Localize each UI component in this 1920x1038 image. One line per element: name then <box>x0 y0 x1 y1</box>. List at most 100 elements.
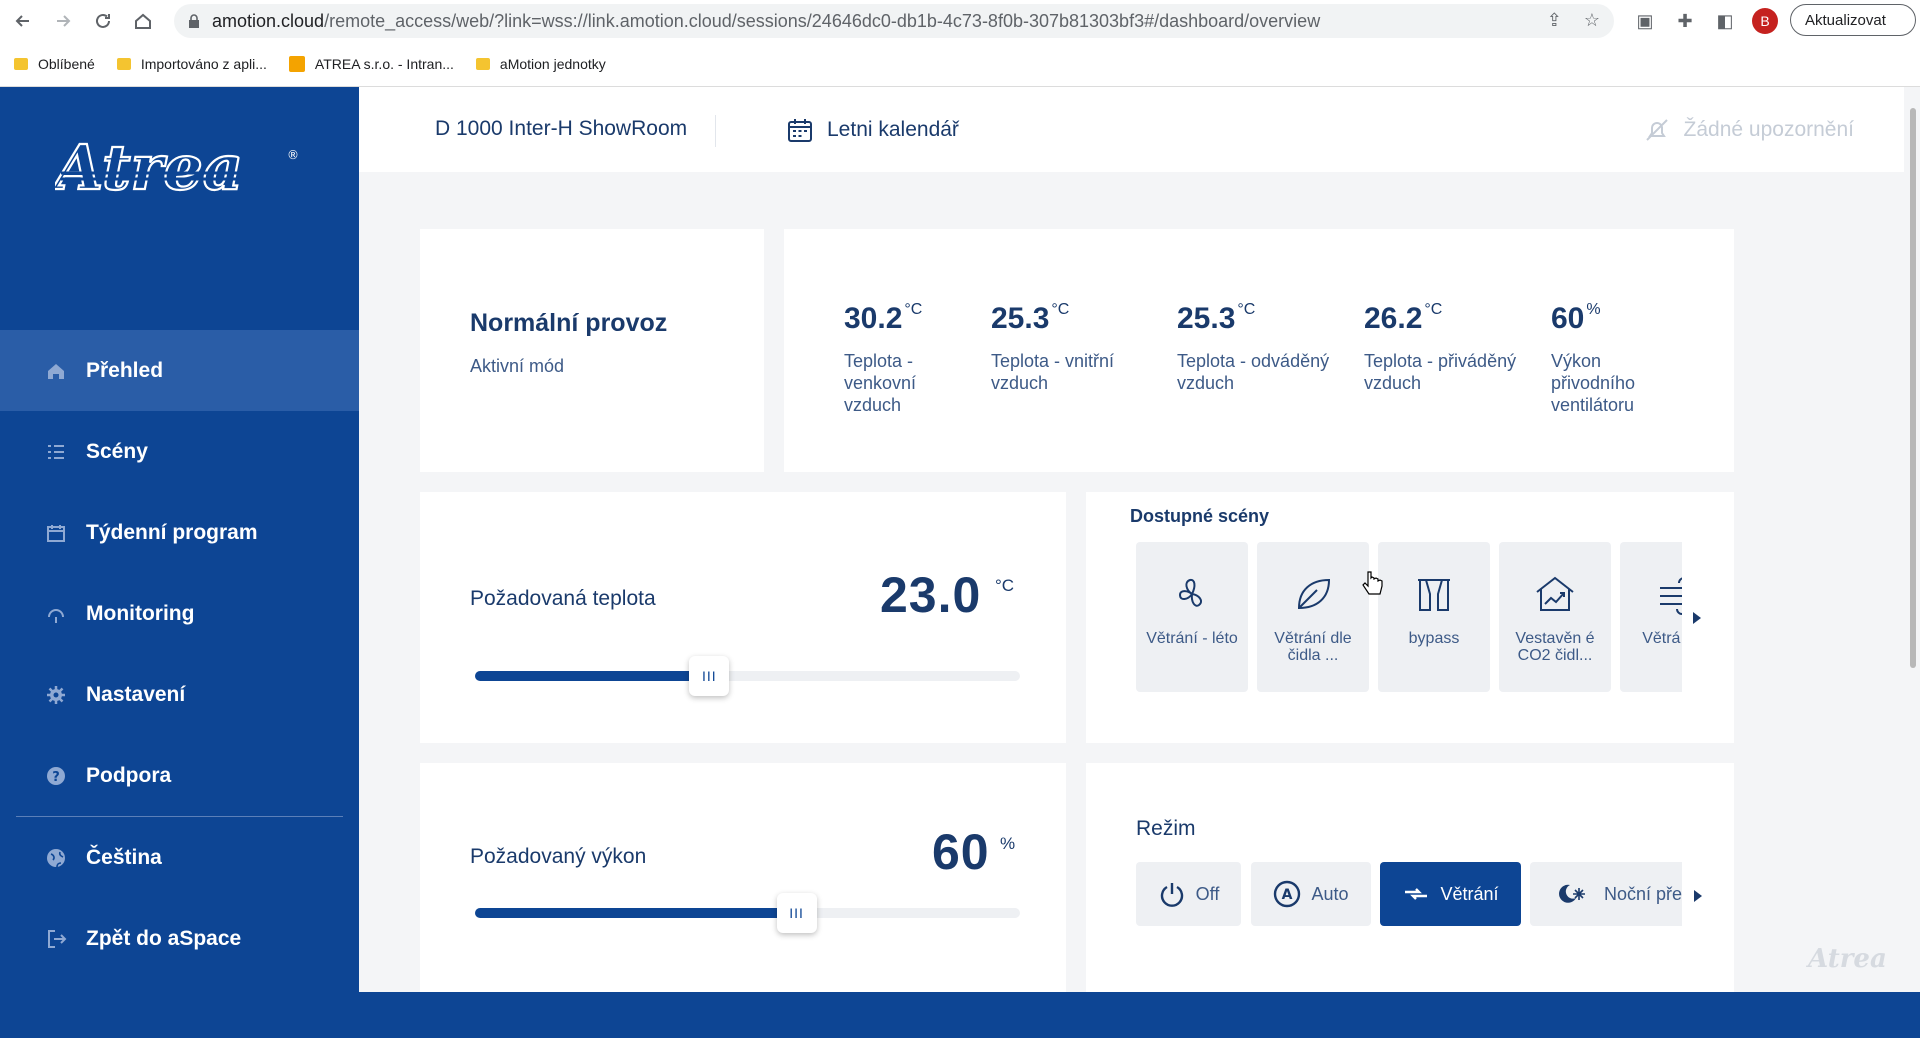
sidebar-item-label: Přehled <box>86 358 164 382</box>
scene-vetrani-zima[interactable]: Větrá zim <box>1620 542 1682 692</box>
rezim-nocni-button[interactable]: Noční pře <box>1530 862 1682 926</box>
list-icon <box>44 440 68 464</box>
scene-label: bypass <box>1408 630 1460 647</box>
fan-icon <box>1178 578 1202 607</box>
puzzle-icon[interactable]: ✚ <box>1670 6 1700 36</box>
power-label: Požadovaný výkon <box>470 845 647 868</box>
sensor-value: 30.2 <box>844 302 903 335</box>
leaf-icon <box>1297 578 1331 610</box>
exit-icon <box>44 927 68 951</box>
rezim-next-arrow[interactable] <box>1694 890 1702 902</box>
svg-text:?: ? <box>52 770 60 785</box>
back-icon[interactable] <box>8 6 38 36</box>
rezim-label: Auto <box>1311 883 1349 904</box>
sidebar-item-label: Čeština <box>86 845 162 869</box>
scenes-title: Dostupné scény <box>1130 506 1270 526</box>
scenes-card: Dostupné scény Větrání - léto Větrání dl… <box>1086 492 1734 743</box>
bookmark-atrea[interactable]: ATREA s.r.o. - Intran... <box>288 56 454 72</box>
sidebar-item-label: Podpora <box>86 763 172 787</box>
sidebar-item-prehled[interactable]: Přehled <box>0 330 359 411</box>
svg-text:A: A <box>1282 887 1293 903</box>
profile-avatar[interactable]: B <box>1752 8 1778 34</box>
address-bar[interactable]: amotion.cloud/remote_access/web/?link=ws… <box>174 4 1614 38</box>
sensor-value: 25.3 <box>991 302 1050 335</box>
svg-text:®: ® <box>287 148 299 162</box>
folder-icon <box>14 58 28 70</box>
sidebar-item-label: Nastavení <box>86 682 186 706</box>
bookmark-oblibene[interactable]: Oblíbené <box>14 56 95 72</box>
gauge-icon <box>44 602 68 626</box>
sidebar-item-label: Týdenní program <box>86 520 258 544</box>
atrea-favicon-icon <box>288 56 305 72</box>
power-control-card: Požadovaný výkon 60 % III <box>420 763 1066 992</box>
share-icon[interactable]: ⇪ <box>1547 10 1562 31</box>
sidebar-item-sceny[interactable]: Scény <box>0 411 359 492</box>
bell-off-icon <box>1645 119 1668 141</box>
rezim-off-button[interactable]: Off <box>1136 862 1241 926</box>
rezim-vetrani-button[interactable]: Větrání <box>1380 862 1521 926</box>
sidebar-item-cestina[interactable]: Čeština <box>0 817 359 898</box>
calendar-icon <box>44 521 68 545</box>
temperature-slider-track[interactable] <box>475 671 1020 681</box>
sensor-value: 26.2 <box>1364 302 1423 335</box>
power-value: 60 <box>932 824 990 880</box>
help-icon: ? <box>44 764 68 788</box>
alerts-indicator[interactable]: Žádné upozornění <box>1644 117 1854 143</box>
scenes-next-arrow[interactable] <box>1693 612 1701 624</box>
sidebar-item-monitoring[interactable]: Monitoring <box>0 573 359 654</box>
sidebar-item-zpet-do-aspace[interactable]: Zpět do aSpace <box>0 898 359 979</box>
sensor-supply-temp: 26.2 °C Teplota - přiváděný vzduch <box>1364 301 1544 394</box>
ventilation-icon <box>1405 888 1428 900</box>
logo-text: Atrea <box>55 135 243 204</box>
rezim-label: Off <box>1195 883 1220 904</box>
sidebar-item-tydenni-program[interactable]: Týdenní program <box>0 492 359 573</box>
power-icon <box>1160 883 1183 907</box>
reload-icon[interactable] <box>88 6 118 36</box>
bookmark-amotion[interactable]: aMotion jednotky <box>475 56 606 72</box>
home-icon <box>44 359 68 383</box>
bookmark-label: Importováno z apli... <box>140 56 267 72</box>
sidebar-item-nastaveni[interactable]: Nastavení <box>0 654 359 735</box>
scene-vetrani-dle-cidla[interactable]: Větrání dle čidla ... <box>1257 542 1369 692</box>
home-browser-icon[interactable] <box>128 6 158 36</box>
update-button[interactable]: Aktualizovat <box>1790 4 1916 36</box>
device-name[interactable]: D 1000 Inter-H ShowRoom <box>435 117 687 141</box>
gear-icon <box>44 683 68 707</box>
power-slider-thumb[interactable]: III <box>776 893 817 933</box>
url-path: /remote_access/web/?link=wss://link.amot… <box>324 10 1321 31</box>
rezim-label: Větrání <box>1440 883 1499 904</box>
rezim-auto-button[interactable]: A Auto <box>1251 862 1371 926</box>
folder-icon <box>116 58 131 70</box>
auto-icon: A <box>1274 880 1301 908</box>
sidebar: Atrea ® Přehled Scény Týdenní program Mo… <box>0 87 359 992</box>
sidepanel-icon[interactable]: ◧ <box>1710 6 1740 36</box>
atrea-watermark: Atrea <box>1808 944 1887 974</box>
temperature-value: 23.0 <box>880 567 982 623</box>
bookmark-importovano[interactable]: Importováno z apli... <box>116 56 267 72</box>
sidebar-nav: Přehled Scény Týdenní program Monitoring… <box>0 330 359 979</box>
hand-cursor-icon <box>1362 571 1383 595</box>
sensor-fan-power: 60% Výkon přivodního ventilátoru <box>1551 301 1731 416</box>
atrea-logo[interactable]: Atrea ® <box>49 130 300 205</box>
power-slider-fill <box>475 908 797 918</box>
calendar-selector[interactable]: Letni kalendář <box>787 117 959 143</box>
bottom-bar <box>0 992 1920 1038</box>
night-icon <box>1559 884 1585 903</box>
url-host: amotion.cloud <box>212 10 325 31</box>
sensor-unit: °C <box>1424 301 1443 318</box>
temperature-unit: °C <box>995 576 1015 595</box>
power-slider-track[interactable] <box>475 908 1020 918</box>
extension-grid-icon[interactable]: ▣ <box>1630 6 1660 36</box>
forward-icon[interactable] <box>48 6 78 36</box>
scene-bypass[interactable]: bypass <box>1378 542 1490 692</box>
scene-vestavene-co2-cidlo[interactable]: Vestavěn é CO2 čidl... <box>1499 542 1611 692</box>
bookmark-label: ATREA s.r.o. - Intran... <box>314 56 454 72</box>
temperature-slider-thumb[interactable]: III <box>689 656 730 696</box>
sensor-unit: °C <box>1051 301 1070 318</box>
rezim-title: Režim <box>1136 817 1196 840</box>
page-scrollbar-thumb[interactable] <box>1910 108 1916 668</box>
sidebar-item-podpora[interactable]: ? Podpora <box>0 735 359 816</box>
mode-title: Normální provoz <box>470 309 668 337</box>
scene-vetrani-leto[interactable]: Větrání - léto <box>1136 542 1248 692</box>
star-icon[interactable]: ☆ <box>1584 10 1600 31</box>
